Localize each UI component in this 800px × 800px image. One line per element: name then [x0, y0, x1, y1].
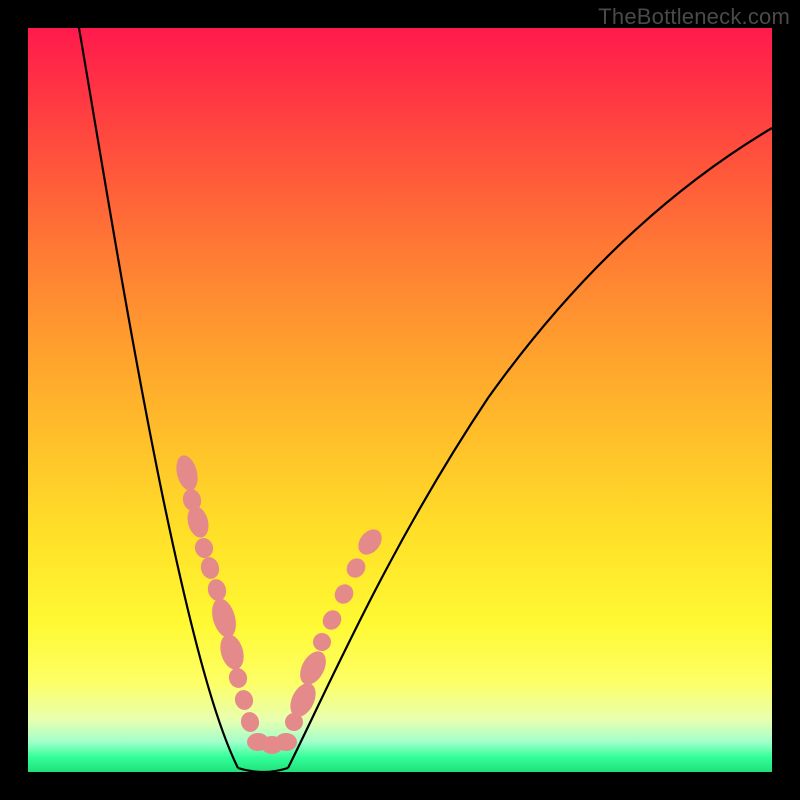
curve-valley	[238, 768, 288, 772]
bead-right	[343, 555, 369, 582]
watermark-text: TheBottleneck.com	[598, 4, 790, 30]
bead-left	[193, 536, 216, 560]
bead-valley	[275, 733, 297, 751]
bead-left	[227, 666, 250, 690]
bead-right	[310, 630, 335, 655]
bead-left	[239, 710, 262, 734]
chart-svg	[28, 28, 772, 772]
plot-area	[28, 28, 772, 772]
bead-left	[233, 688, 256, 712]
bead-left	[198, 555, 221, 581]
bead-left	[216, 632, 247, 673]
curve-left	[79, 28, 238, 768]
bead-right	[319, 607, 345, 633]
bead-right	[354, 525, 387, 559]
bead-left	[208, 596, 240, 641]
bead-left	[205, 577, 228, 603]
curve-right	[288, 128, 772, 768]
bead-left	[173, 453, 201, 493]
bead-right	[331, 581, 357, 608]
bead-right	[295, 647, 331, 689]
